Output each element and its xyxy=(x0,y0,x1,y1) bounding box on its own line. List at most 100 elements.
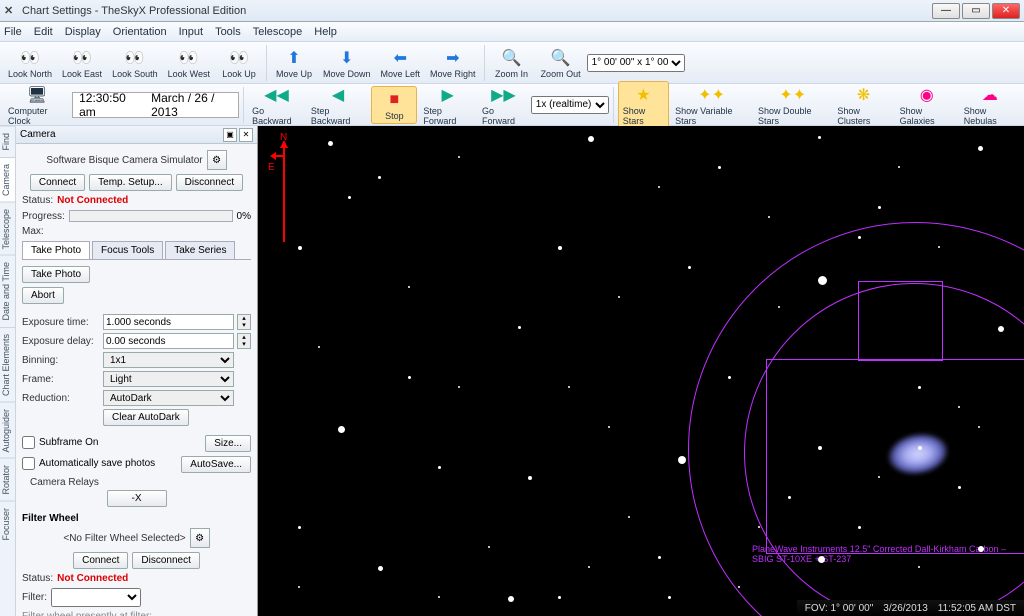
size-button[interactable]: Size... xyxy=(205,435,251,452)
fw-disconnect-button[interactable]: Disconnect xyxy=(132,552,199,569)
star[interactable] xyxy=(378,176,381,179)
fw-settings-button[interactable]: ⚙ xyxy=(190,528,210,548)
menu-orientation[interactable]: Orientation xyxy=(113,26,167,38)
star[interactable] xyxy=(558,596,561,599)
star[interactable] xyxy=(998,326,1004,332)
star[interactable] xyxy=(608,426,610,428)
autosave-button[interactable]: AutoSave... xyxy=(181,456,251,473)
exp-time-input[interactable] xyxy=(103,314,234,330)
star[interactable] xyxy=(508,596,514,602)
camera-connect-button[interactable]: Connect xyxy=(30,174,85,191)
star[interactable] xyxy=(298,586,300,588)
reduction-select[interactable]: AutoDark xyxy=(103,390,234,406)
star[interactable] xyxy=(438,596,440,598)
star[interactable] xyxy=(678,456,686,464)
star[interactable] xyxy=(978,546,984,552)
computer-clock-button[interactable]: 🖥Computer Clock xyxy=(4,82,70,128)
vtab-autoguider[interactable]: Autoguider xyxy=(0,402,15,459)
star[interactable] xyxy=(378,566,383,571)
menu-file[interactable]: File xyxy=(4,26,22,38)
zoom-out-button[interactable]: 🔍Zoom Out xyxy=(537,45,585,81)
star[interactable] xyxy=(788,496,791,499)
step-forward-button[interactable]: ▶Step Forward xyxy=(419,82,476,128)
star[interactable] xyxy=(348,196,351,199)
star[interactable] xyxy=(918,566,920,568)
clear-autodark-button[interactable]: Clear AutoDark xyxy=(103,409,189,426)
star[interactable] xyxy=(408,286,410,288)
star[interactable] xyxy=(318,346,320,348)
star[interactable] xyxy=(618,296,620,298)
star[interactable] xyxy=(438,466,441,469)
vtab-telescope[interactable]: Telescope xyxy=(0,202,15,256)
star[interactable] xyxy=(938,246,940,248)
tab-take-series[interactable]: Take Series xyxy=(165,241,235,259)
star[interactable] xyxy=(628,516,630,518)
camera-temp-button[interactable]: Temp. Setup... xyxy=(89,174,171,191)
star[interactable] xyxy=(518,326,521,329)
subframe-checkbox[interactable]: Subframe On xyxy=(22,436,98,449)
star[interactable] xyxy=(768,216,770,218)
star[interactable] xyxy=(728,376,731,379)
move-down-button[interactable]: ⬇Move Down xyxy=(319,45,375,81)
tab-focus-tools[interactable]: Focus Tools xyxy=(92,241,163,259)
move-up-button[interactable]: ⬆Move Up xyxy=(271,45,317,81)
menu-help[interactable]: Help xyxy=(314,26,337,38)
star[interactable] xyxy=(858,526,861,529)
star[interactable] xyxy=(328,141,333,146)
simulator-settings-button[interactable]: ⚙ xyxy=(207,150,227,170)
star[interactable] xyxy=(898,166,900,168)
star[interactable] xyxy=(298,526,301,529)
autosave-checkbox[interactable]: Automatically save photos xyxy=(22,457,155,470)
exp-delay-spinner[interactable]: ▴▾ xyxy=(237,333,251,349)
tab-take-photo[interactable]: Take Photo xyxy=(22,241,90,259)
panel-pin-button[interactable]: ▣ xyxy=(223,128,237,142)
star[interactable] xyxy=(818,556,825,563)
show-galaxies-button[interactable]: ◉Show Galaxies xyxy=(896,82,958,128)
go-backward-button[interactable]: ◀◀Go Backward xyxy=(248,82,305,128)
move-right-button[interactable]: ➡Move Right xyxy=(426,45,480,81)
star[interactable] xyxy=(818,446,822,450)
star[interactable] xyxy=(688,266,691,269)
star[interactable] xyxy=(818,276,827,285)
star[interactable] xyxy=(588,136,594,142)
star[interactable] xyxy=(568,386,570,388)
look-east-button[interactable]: 👀Look East xyxy=(58,45,106,81)
menu-input[interactable]: Input xyxy=(179,26,203,38)
fov-combo[interactable]: 1° 00' 00" x 1° 00' 00" xyxy=(587,54,685,72)
move-left-button[interactable]: ⬅Move Left xyxy=(377,45,425,81)
star[interactable] xyxy=(658,186,660,188)
star[interactable] xyxy=(588,566,590,568)
go-forward-button[interactable]: ▶▶Go Forward xyxy=(478,82,529,128)
rate-combo[interactable]: 1x (realtime) xyxy=(531,96,609,114)
star[interactable] xyxy=(758,526,760,528)
take-photo-button[interactable]: Take Photo xyxy=(22,266,90,283)
star[interactable] xyxy=(718,166,721,169)
star[interactable] xyxy=(858,236,861,239)
star[interactable] xyxy=(918,386,921,389)
show-stars-button[interactable]: ★Show Stars xyxy=(618,81,669,129)
exp-time-spinner[interactable]: ▴▾ xyxy=(237,314,251,330)
vtab-date-time[interactable]: Date and Time xyxy=(0,255,15,327)
menu-edit[interactable]: Edit xyxy=(34,26,53,38)
maximize-button[interactable]: ▭ xyxy=(962,3,990,19)
star[interactable] xyxy=(918,446,922,450)
abort-button[interactable]: Abort xyxy=(22,287,64,304)
close-button[interactable]: ✕ xyxy=(992,3,1020,19)
show-variable-stars-button[interactable]: ✦✦Show Variable Stars xyxy=(671,82,752,128)
star[interactable] xyxy=(298,246,302,250)
vtab-chart-elements[interactable]: Chart Elements xyxy=(0,327,15,402)
camera-disconnect-button[interactable]: Disconnect xyxy=(176,174,243,191)
star[interactable] xyxy=(488,546,490,548)
star[interactable] xyxy=(878,206,881,209)
star[interactable] xyxy=(818,136,821,139)
vtab-rotator[interactable]: Rotator xyxy=(0,458,15,501)
exp-delay-input[interactable] xyxy=(103,333,234,349)
step-backward-button[interactable]: ◀Step Backward xyxy=(307,82,370,128)
vtab-focuser[interactable]: Focuser xyxy=(0,501,15,547)
star[interactable] xyxy=(658,556,661,559)
frame-select[interactable]: Light xyxy=(103,371,234,387)
vtab-find[interactable]: Find xyxy=(0,126,15,157)
sky-chart[interactable]: N E PlaneWave Instruments 12.5" Correcte… xyxy=(258,126,1024,616)
fw-connect-button[interactable]: Connect xyxy=(73,552,128,569)
relay-x-button[interactable]: -X xyxy=(107,490,167,507)
